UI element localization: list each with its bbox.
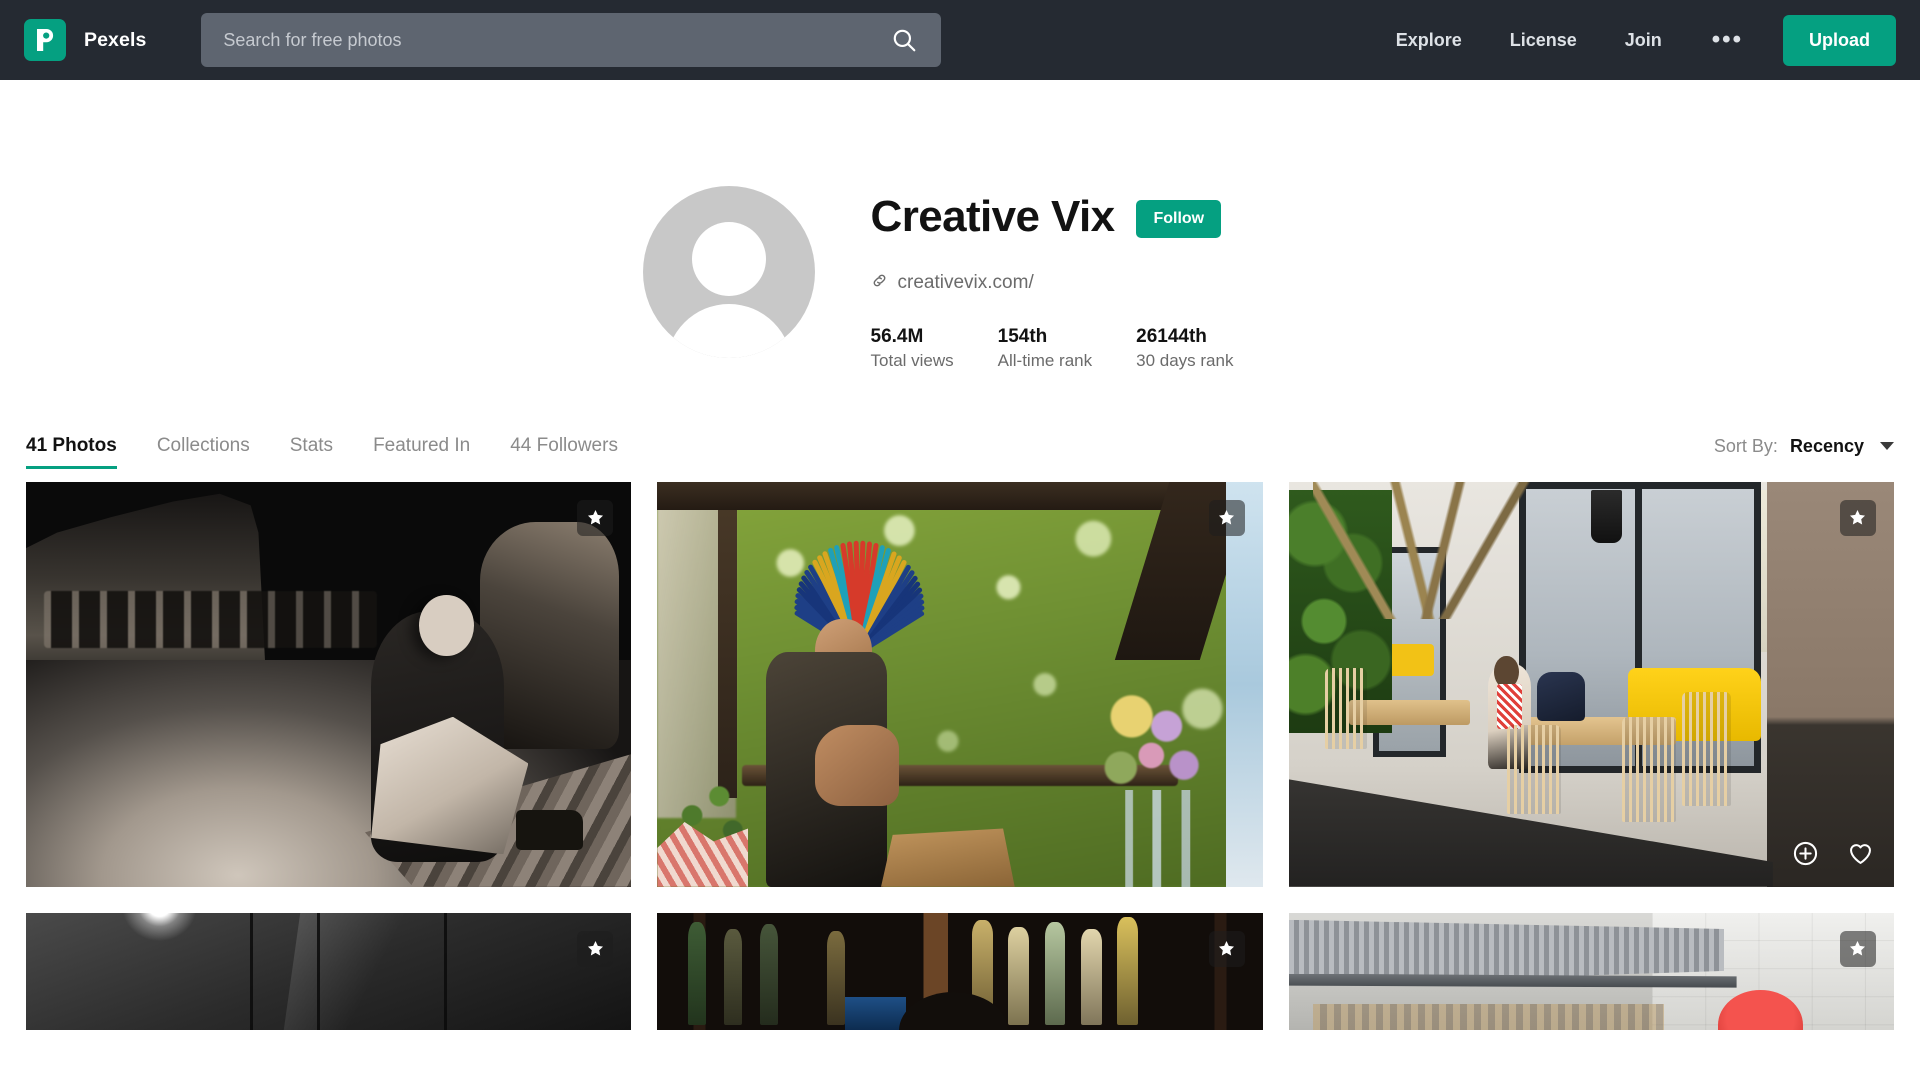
sort-by-dropdown[interactable]: Sort By: Recency [1714,436,1894,469]
more-options-icon[interactable]: ••• [1686,28,1769,52]
photo-hover-actions [1792,840,1874,867]
plus-circle-icon[interactable] [1792,840,1819,867]
photo-image [1288,481,1894,887]
star-icon[interactable] [1208,499,1245,536]
photo-image [657,481,1263,887]
stat-value: 56.4M [870,326,924,348]
avatar-body [665,304,792,358]
star-icon[interactable] [577,930,614,967]
stat-label: Total views [870,350,954,370]
photo-image [657,912,1263,1030]
upload-button[interactable]: Upload [1783,14,1896,66]
photo-card[interactable] [657,481,1263,887]
link-icon [871,272,888,294]
stat-label: All-time rank [997,350,1093,370]
brand[interactable]: Pexels [24,19,146,61]
stat-label: 30 days rank [1136,350,1234,370]
main-nav: Explore License Join ••• Upload [1372,14,1896,66]
profile-section: Creative Vix Follow creativevix.com/ 56.… [0,80,1920,373]
follow-button[interactable]: Follow [1136,200,1222,239]
photo-card[interactable] [657,912,1263,1030]
profile-tabs-bar: 41 Photos Collections Stats Featured In … [0,435,1920,469]
stat-30-days-rank: 26144th 30 days rank [1136,324,1233,373]
stat-value: 154th [997,326,1048,348]
nav-link-license[interactable]: License [1486,30,1601,51]
nav-link-explore[interactable]: Explore [1372,30,1486,51]
brand-name[interactable]: Pexels [84,29,146,52]
tab-stats[interactable]: Stats [270,435,353,469]
page-title: Creative Vix [870,192,1116,241]
website-row[interactable]: creativevix.com/ [871,272,1278,294]
profile-stats: 56.4M Total views 154th All-time rank 26… [871,324,1278,373]
profile-name-row: Creative Vix Follow [870,192,1278,241]
star-icon[interactable] [1208,930,1245,967]
default-avatar-icon[interactable] [642,186,815,358]
sort-by-label: Sort By: [1713,435,1778,456]
chevron-down-icon[interactable] [1880,442,1894,451]
heart-icon[interactable] [1847,840,1874,867]
photo-card[interactable] [26,912,632,1030]
tab-followers[interactable]: 44 Followers [490,435,638,469]
nav-link-join[interactable]: Join [1601,30,1686,51]
stat-value: 26144th [1136,326,1207,348]
search-bar[interactable] [201,13,942,67]
photo-image [26,912,632,1030]
stat-all-time-rank: 154th All-time rank [998,324,1092,373]
photo-image [1288,912,1894,1030]
star-icon[interactable] [577,499,614,536]
website-link[interactable]: creativevix.com/ [898,272,1034,294]
sort-by-value[interactable]: Recency [1790,436,1864,457]
search-input[interactable] [223,29,890,51]
photo-card[interactable] [1288,912,1894,1030]
profile-tabs: 41 Photos Collections Stats Featured In … [26,435,638,469]
photo-image [26,481,632,887]
photo-card[interactable] [1288,481,1894,887]
search-icon[interactable] [889,27,919,53]
app-header: Pexels Explore License Join ••• Upload [0,0,1920,80]
pexels-logo-icon[interactable] [24,19,66,61]
tab-collections[interactable]: Collections [137,435,270,469]
stat-total-views: 56.4M Total views [871,324,954,373]
photo-grid [0,481,1920,1030]
avatar-head [691,222,766,296]
tab-featured-in[interactable]: Featured In [353,435,490,469]
tab-photos[interactable]: 41 Photos [26,435,137,469]
photo-card[interactable] [26,481,632,887]
star-icon[interactable] [1839,930,1876,967]
star-icon[interactable] [1839,499,1876,536]
